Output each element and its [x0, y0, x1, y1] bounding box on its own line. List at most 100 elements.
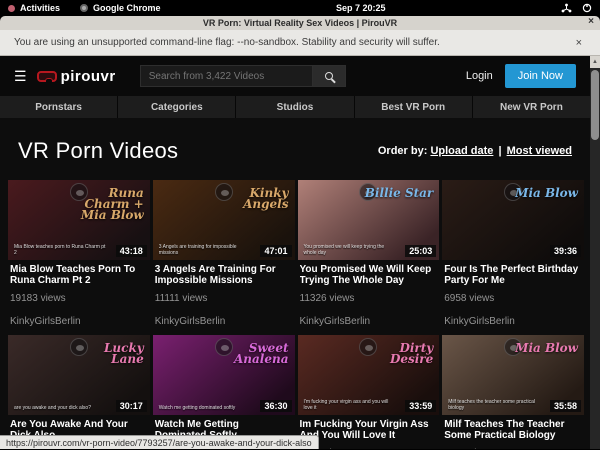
- login-button[interactable]: Login: [466, 70, 493, 82]
- video-thumbnail[interactable]: Runa Charm + Mia Blow Mia Blow teaches p…: [8, 180, 150, 260]
- video-studio-link[interactable]: KinkyGirlsBerlin: [155, 316, 293, 327]
- video-card[interactable]: Mia Blow 39:36 Four Is The Perfect Birth…: [442, 180, 584, 327]
- video-meta: You Promised We Will Keep Trying The Who…: [298, 260, 440, 327]
- duration-badge: 39:36: [550, 245, 581, 257]
- thumbnail-overlay-title: Mia Blow: [515, 188, 578, 199]
- video-card[interactable]: Mia Blow Milf teaches the teacher some p…: [442, 335, 584, 449]
- order-by-most-viewed-link[interactable]: Most viewed: [507, 145, 572, 157]
- thumbnail-overlay-title: Billie Star: [365, 188, 434, 199]
- activities-button[interactable]: Activities: [8, 3, 60, 13]
- activities-icon: [8, 5, 15, 12]
- video-title-link[interactable]: You Promised We Will Keep Trying The Who…: [300, 264, 438, 286]
- warning-close-icon[interactable]: ×: [572, 37, 586, 49]
- window-title-bar[interactable]: VR Porn: Virtual Reality Sex Videos | Pi…: [0, 16, 600, 30]
- video-studio-link[interactable]: KinkyGirlsBerlin: [10, 316, 148, 327]
- status-url-text: https://pirouvr.com/vr-porn-video/779325…: [6, 438, 312, 448]
- window-title: VR Porn: Virtual Reality Sex Videos | Pi…: [203, 18, 397, 28]
- nav-item-pornstars[interactable]: Pornstars: [0, 96, 118, 118]
- search-icon: [325, 72, 333, 80]
- video-card[interactable]: Billie Star You promised we will keep tr…: [298, 180, 440, 327]
- duration-badge: 35:58: [550, 400, 581, 412]
- chrome-icon: [80, 4, 88, 12]
- status-url-bar: https://pirouvr.com/vr-porn-video/779325…: [0, 435, 319, 449]
- video-thumbnail[interactable]: Sweet Analena Watch me getting dominated…: [153, 335, 295, 415]
- video-thumbnail[interactable]: Mia Blow Milf teaches the teacher some p…: [442, 335, 584, 415]
- scroll-up-icon[interactable]: ▲: [590, 56, 600, 68]
- video-views: 9785 views: [300, 448, 438, 449]
- search-button[interactable]: [312, 65, 346, 87]
- screen: Activities Google Chrome Sep 7 20:25 VR …: [0, 0, 600, 450]
- duration-badge: 36:30: [260, 400, 291, 412]
- video-title-link[interactable]: Four Is The Perfect Birthday Party For M…: [444, 264, 582, 286]
- thumbnail-caption: Watch me getting dominated softly: [159, 405, 251, 411]
- thumbnail-overlay-title: Mia Blow: [515, 343, 578, 354]
- nav-item-new-vr-porn[interactable]: New VR Porn: [473, 96, 590, 118]
- nav-item-best-vr-porn[interactable]: Best VR Porn: [355, 96, 473, 118]
- thumbnail-caption: I'm fucking your virgin ass and you will…: [304, 399, 396, 411]
- video-studio-link[interactable]: KinkyGirlsBerlin: [444, 316, 582, 327]
- video-meta: Four Is The Perfect Birthday Party For M…: [442, 260, 584, 327]
- page-title: VR Porn Videos: [18, 138, 178, 164]
- video-title-link[interactable]: Milf Teaches The Teacher Some Practical …: [444, 419, 582, 441]
- warning-message: You are using an unsupported command-lin…: [14, 37, 572, 48]
- system-bar: Activities Google Chrome Sep 7 20:25: [0, 0, 600, 16]
- thumbnail-caption: 3 Angels are training for impossible mis…: [159, 244, 251, 256]
- join-now-button[interactable]: Join Now: [505, 64, 576, 88]
- order-by-label: Order by:: [378, 145, 428, 157]
- search-bar: [140, 65, 346, 87]
- site-logo[interactable]: pirouvr: [37, 68, 116, 85]
- video-meta: Milf Teaches The Teacher Some Practical …: [442, 415, 584, 449]
- thumbnail-caption: are you awake and your dick also?: [14, 405, 106, 411]
- vr-headset-icon: [37, 71, 57, 82]
- video-thumbnail[interactable]: Lucky Lane are you awake and your dick a…: [8, 335, 150, 415]
- duration-badge: 43:18: [116, 245, 147, 257]
- video-card[interactable]: Lucky Lane are you awake and your dick a…: [8, 335, 150, 449]
- video-views: 19183 views: [10, 293, 148, 304]
- network-icon[interactable]: [561, 3, 572, 13]
- scrollbar-thumb[interactable]: [591, 70, 599, 140]
- video-title-link[interactable]: Im Fucking Your Virgin Ass And You Will …: [300, 419, 438, 441]
- video-meta: 3 Angels Are Training For Impossible Mis…: [153, 260, 295, 327]
- browser-viewport: ☰ pirouvr Login Join Now Porn: [0, 56, 600, 449]
- window-close-icon[interactable]: ×: [588, 16, 594, 27]
- video-thumbnail[interactable]: Mia Blow 39:36: [442, 180, 584, 260]
- thumbnail-caption: Mia Blow teaches porn to Runa Charm pt 2: [14, 244, 106, 256]
- video-card[interactable]: Dirty Desire I'm fucking your virgin ass…: [298, 335, 440, 449]
- date-label: Sep 7: [336, 3, 360, 13]
- thumbnail-overlay-title: Lucky Lane: [74, 343, 144, 365]
- video-views: 6958 views: [444, 293, 582, 304]
- video-card[interactable]: Sweet Analena Watch me getting dominated…: [153, 335, 295, 449]
- active-app-indicator[interactable]: Google Chrome: [80, 3, 161, 13]
- video-thumbnail[interactable]: Kinky Angels 3 Angels are training for i…: [153, 180, 295, 260]
- video-thumbnail[interactable]: Billie Star You promised we will keep tr…: [298, 180, 440, 260]
- video-thumbnail[interactable]: Dirty Desire I'm fucking your virgin ass…: [298, 335, 440, 415]
- nav-item-categories[interactable]: Categories: [118, 96, 236, 118]
- order-by-separator: |: [496, 145, 503, 157]
- thumbnail-overlay-title: Sweet Analena: [219, 343, 289, 365]
- video-views: 11326 views: [300, 293, 438, 304]
- time-label: 20:25: [363, 3, 386, 13]
- video-meta: Im Fucking Your Virgin Ass And You Will …: [298, 415, 440, 449]
- video-title-link[interactable]: 3 Angels Are Training For Impossible Mis…: [155, 264, 293, 286]
- menu-icon[interactable]: ☰: [14, 69, 27, 83]
- activities-label: Activities: [20, 3, 60, 13]
- thumbnail-overlay-title: Kinky Angels: [219, 188, 289, 210]
- web-page: ☰ pirouvr Login Join Now Porn: [0, 56, 590, 449]
- nav-item-studios[interactable]: Studios: [236, 96, 354, 118]
- video-card[interactable]: Runa Charm + Mia Blow Mia Blow teaches p…: [8, 180, 150, 327]
- video-meta: Mia Blow Teaches Porn To Runa Charm Pt 2…: [8, 260, 150, 327]
- video-title-link[interactable]: Mia Blow Teaches Porn To Runa Charm Pt 2: [10, 264, 148, 286]
- clock[interactable]: Sep 7 20:25: [167, 3, 555, 13]
- thumbnail-caption: Milf teaches the teacher some practical …: [448, 399, 540, 411]
- video-card[interactable]: Kinky Angels 3 Angels are training for i…: [153, 180, 295, 327]
- duration-badge: 25:03: [405, 245, 436, 257]
- video-studio-link[interactable]: KinkyGirlsBerlin: [300, 316, 438, 327]
- page-scrollbar[interactable]: ▲: [590, 56, 600, 449]
- power-icon[interactable]: [582, 3, 592, 13]
- active-app-label: Google Chrome: [93, 3, 161, 13]
- video-views: 11111 views: [155, 293, 293, 304]
- search-input[interactable]: [140, 65, 312, 87]
- main-nav: Pornstars Categories Studios Best VR Por…: [0, 96, 590, 118]
- order-by-upload-date-link[interactable]: Upload date: [430, 145, 493, 157]
- sandbox-warning-bar: You are using an unsupported command-lin…: [0, 30, 600, 56]
